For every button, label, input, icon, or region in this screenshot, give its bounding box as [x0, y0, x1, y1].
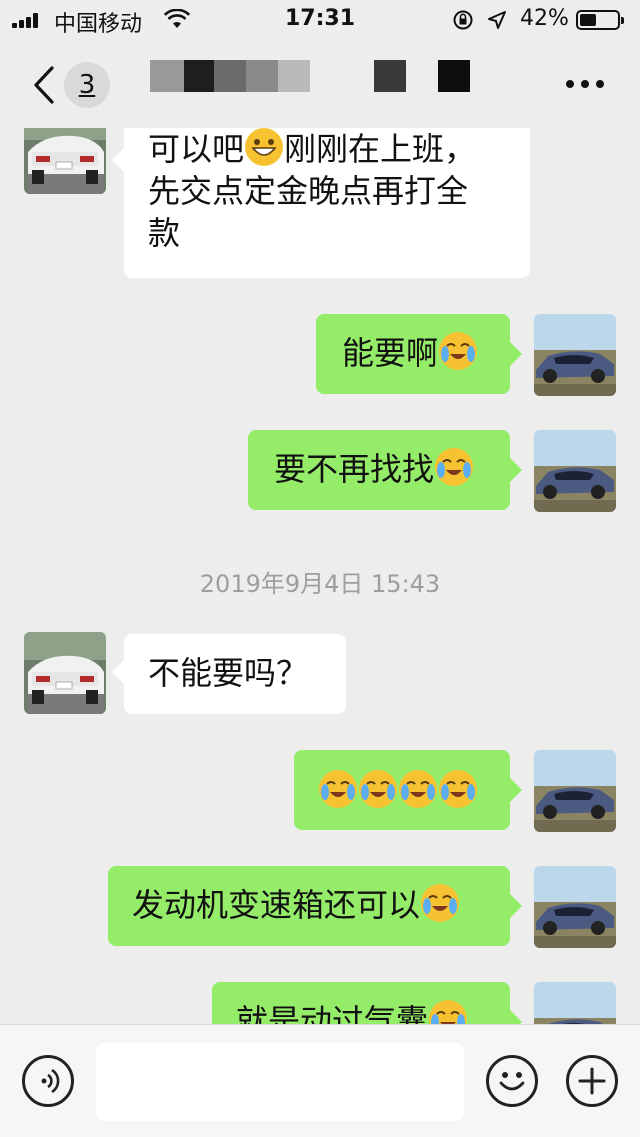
my-avatar[interactable]	[534, 982, 616, 1024]
voice-icon[interactable]	[22, 1055, 74, 1107]
message-bubble-incoming[interactable]: 不能要吗？	[112, 634, 346, 714]
emoji-icon[interactable]	[486, 1055, 538, 1107]
message-line: 可以吧 刚刚在上班，	[148, 128, 477, 168]
crying-laughing-emoji-icon	[439, 332, 478, 370]
battery-percent: 42%	[520, 6, 569, 31]
crying-laughing-emoji-icon	[399, 770, 437, 808]
message-text: 能要啊	[342, 334, 439, 372]
my-avatar[interactable]	[534, 314, 616, 396]
message-timestamp: 2019年9月4日 15:43	[199, 570, 441, 598]
status-bar: 中国移动 17:31 42%	[0, 0, 640, 42]
plus-icon[interactable]	[566, 1055, 618, 1107]
rotation-lock-icon	[453, 10, 473, 30]
message-text: 发动机变速箱还可以	[132, 886, 421, 924]
message-text: 要不再找找	[274, 450, 435, 488]
crying-laughing-emoji-icon	[439, 770, 477, 808]
message-input[interactable]	[96, 1043, 464, 1121]
back-icon[interactable]	[28, 64, 58, 106]
battery-icon	[576, 10, 624, 30]
my-avatar[interactable]	[534, 750, 616, 832]
grin-emoji-icon	[245, 128, 284, 166]
message-bubble-outgoing[interactable]: 发动机变速箱还可以	[108, 866, 522, 946]
chat-header: 3	[0, 42, 640, 128]
contact-avatar[interactable]	[24, 632, 106, 714]
crying-laughing-emoji-icon	[319, 770, 357, 808]
contact-avatar[interactable]	[24, 128, 106, 194]
message-line: 款	[148, 214, 181, 252]
my-avatar[interactable]	[534, 866, 616, 948]
message-bubble-outgoing[interactable]: 要不再找找	[248, 430, 522, 510]
location-icon	[488, 11, 506, 29]
message-bubble-outgoing[interactable]: 能要啊	[316, 314, 522, 394]
crying-laughing-emoji-icon	[421, 884, 460, 922]
crying-laughing-emoji-icon	[429, 1000, 468, 1024]
input-bar	[0, 1024, 640, 1137]
message-bubble-outgoing[interactable]	[294, 750, 522, 830]
message-bubble-incoming[interactable]: 可以吧 刚刚在上班， 先交点定金晚点再打全 款	[112, 128, 530, 278]
message-line: 先交点定金晚点再打全	[148, 172, 469, 210]
message-list[interactable]: 可以吧 刚刚在上班， 先交点定金晚点再打全 款 能要啊 要不再找找 2019年9…	[0, 128, 640, 1024]
message-text: 不能要吗？	[148, 654, 309, 692]
crying-laughing-emoji-icon	[359, 770, 397, 808]
more-icon[interactable]	[560, 72, 610, 96]
unread-count-badge[interactable]: 3	[64, 62, 110, 108]
message-bubble-outgoing[interactable]: 就是动过气囊	[212, 982, 522, 1024]
message-text: 就是动过气囊	[236, 1002, 429, 1024]
crying-laughing-emoji-icon	[435, 448, 474, 486]
my-avatar[interactable]	[534, 430, 616, 512]
